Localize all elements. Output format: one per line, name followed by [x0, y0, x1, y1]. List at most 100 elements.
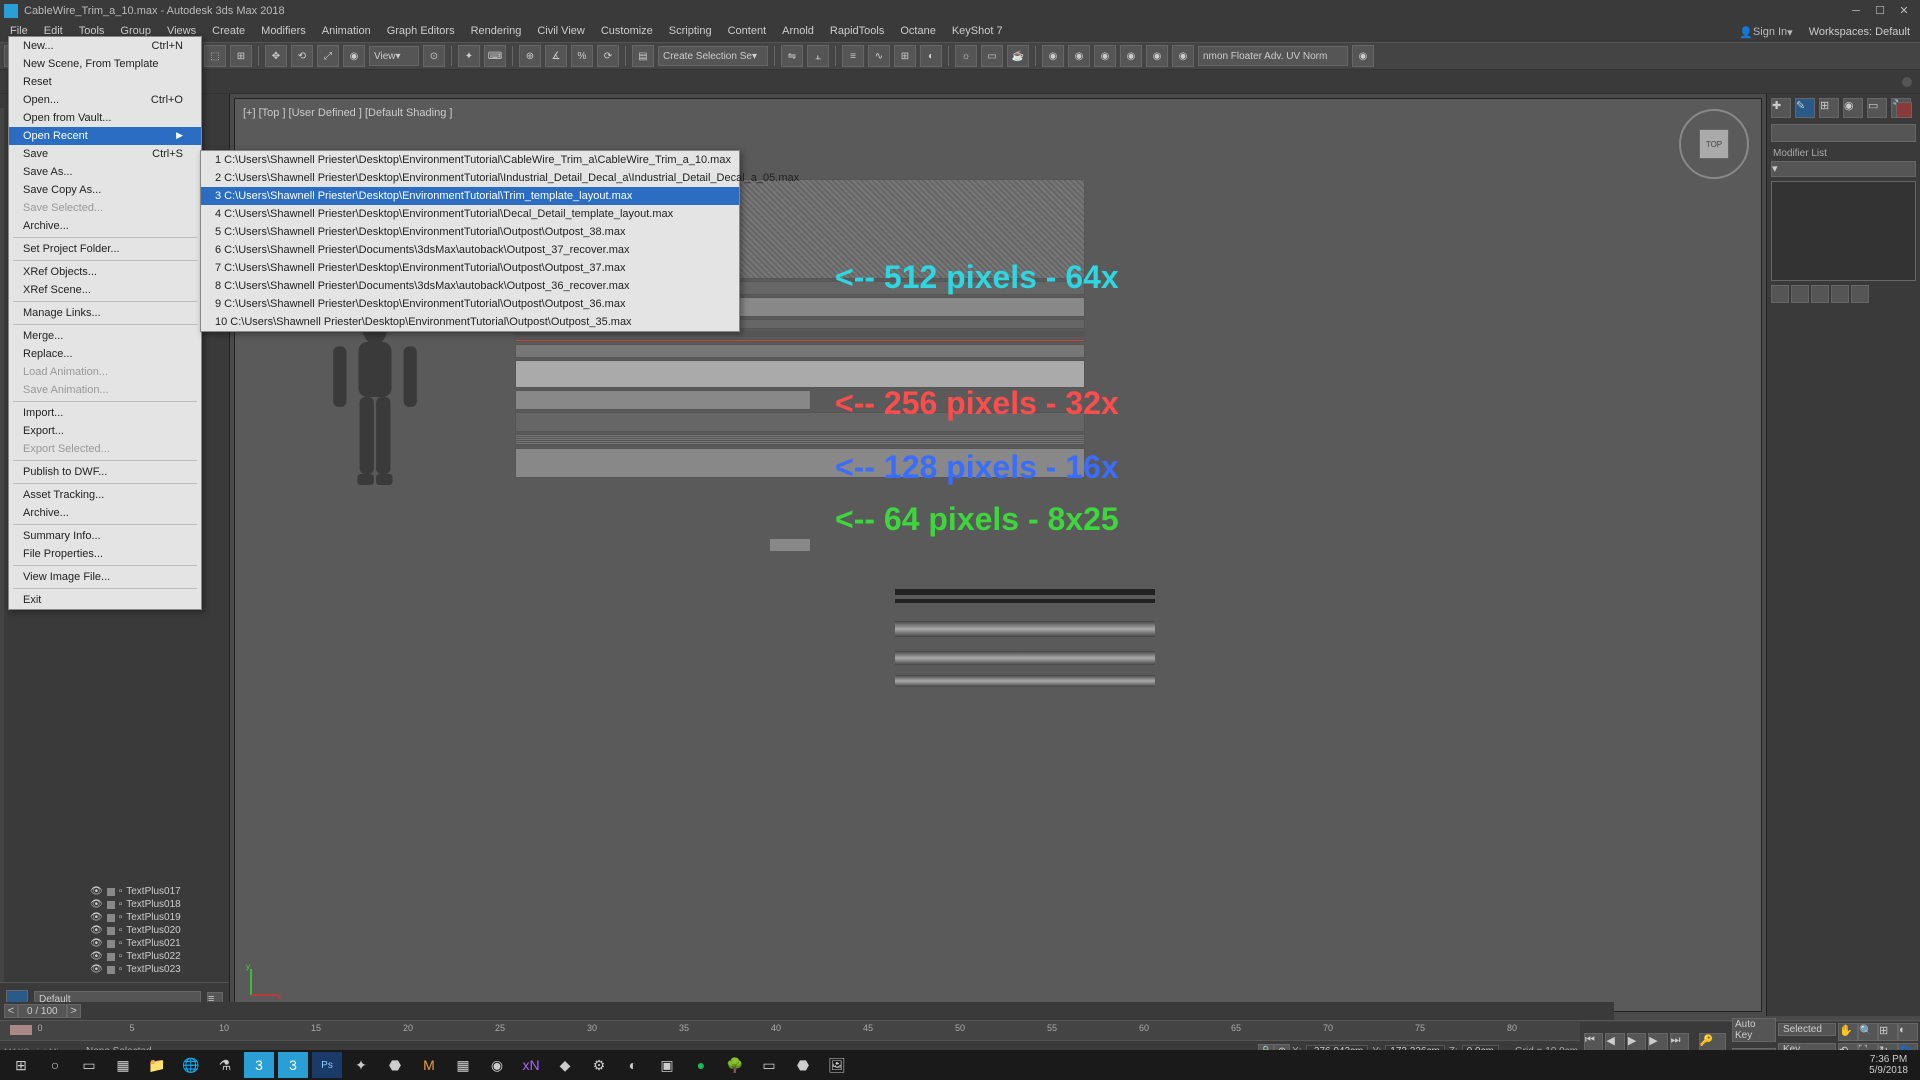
task-app10[interactable]: ⚙: [584, 1052, 614, 1078]
anglesnap-button[interactable]: ∡: [545, 45, 567, 67]
recent-file-item[interactable]: 10 C:\Users\Shawnell Priester\Desktop\En…: [201, 313, 739, 331]
floater-dropdown[interactable]: nmon Floater Adv. UV Norm: [1198, 46, 1348, 66]
keymode-dropdown[interactable]: Selected: [1778, 1023, 1836, 1036]
recent-file-item[interactable]: 3 C:\Users\Shawnell Priester\Desktop\Env…: [201, 187, 739, 205]
schematic-button[interactable]: ⊞: [894, 45, 916, 67]
file-menu-item[interactable]: Archive...: [9, 504, 201, 522]
spinnersnap-button[interactable]: ⟳: [597, 45, 619, 67]
cortana-icon[interactable]: ○: [40, 1052, 70, 1078]
file-menu-item[interactable]: Open Recent▶: [9, 127, 201, 145]
menu-modifiers[interactable]: Modifiers: [253, 22, 314, 42]
file-menu-item[interactable]: Load Animation...: [9, 363, 201, 381]
matedit-button[interactable]: ◐: [920, 45, 942, 67]
task-app12[interactable]: ▣: [652, 1052, 682, 1078]
file-menu-item[interactable]: Export Selected...: [9, 440, 201, 458]
next-frame-icon[interactable]: ▶: [1648, 1033, 1667, 1051]
menu-octane[interactable]: Octane: [892, 22, 943, 42]
recent-file-item[interactable]: 1 C:\Users\Shawnell Priester\Desktop\Env…: [201, 151, 739, 169]
key-button[interactable]: 🔑: [1699, 1033, 1726, 1051]
task-chrome[interactable]: 🌐: [176, 1052, 206, 1078]
modifier-stack[interactable]: [1771, 181, 1916, 281]
file-menu-item[interactable]: Open from Vault...: [9, 109, 201, 127]
start-button[interactable]: ⊞: [6, 1052, 36, 1078]
file-menu-item[interactable]: Set Project Folder...: [9, 240, 201, 258]
file-menu-item[interactable]: Export...: [9, 422, 201, 440]
task-app8[interactable]: xN: [516, 1052, 546, 1078]
file-menu-item[interactable]: Manage Links...: [9, 304, 201, 322]
task-app6[interactable]: ▦: [448, 1052, 478, 1078]
scene-item[interactable]: 👁▫TextPlus019: [0, 911, 229, 924]
scene-item[interactable]: 👁▫TextPlus022: [0, 950, 229, 963]
manipulate-button[interactable]: ✦: [458, 45, 480, 67]
object-color-swatch[interactable]: [1896, 102, 1912, 118]
task-app3[interactable]: ✦: [346, 1052, 376, 1078]
task-app13[interactable]: 🌳: [720, 1052, 750, 1078]
task-photoshop[interactable]: Ps: [312, 1052, 342, 1078]
scene-item[interactable]: 👁▫TextPlus017: [0, 885, 229, 898]
recent-file-item[interactable]: 6 C:\Users\Shawnell Priester\Documents\3…: [201, 241, 739, 259]
menu-arnold[interactable]: Arnold: [774, 22, 822, 42]
recent-file-item[interactable]: 9 C:\Users\Shawnell Priester\Desktop\Env…: [201, 295, 739, 313]
task-spotify[interactable]: ●: [686, 1052, 716, 1078]
select-rect-button[interactable]: ⬚: [204, 45, 226, 67]
taskview-icon[interactable]: ▭: [74, 1052, 104, 1078]
file-menu-item[interactable]: Asset Tracking...: [9, 486, 201, 504]
window-crossing-button[interactable]: ⊞: [230, 45, 252, 67]
file-menu-item[interactable]: Merge...: [9, 327, 201, 345]
editselset-button[interactable]: ▤: [632, 45, 654, 67]
file-menu-item[interactable]: Save Copy As...: [9, 181, 201, 199]
file-menu-item[interactable]: Exit: [9, 591, 201, 609]
file-menu-item[interactable]: Open...Ctrl+O: [9, 91, 201, 109]
task-app7[interactable]: ◉: [482, 1052, 512, 1078]
mirror-button[interactable]: ⇋: [781, 45, 803, 67]
tool1-button[interactable]: ◉: [1042, 45, 1064, 67]
selset-dropdown[interactable]: Create Selection Se ▾: [658, 46, 768, 66]
file-menu-item[interactable]: Import...: [9, 404, 201, 422]
system-tray[interactable]: 7:36 PM 5/9/2018: [1861, 1054, 1916, 1076]
task-app11[interactable]: ◐: [618, 1052, 648, 1078]
keyboard-button[interactable]: ⌨: [484, 45, 506, 67]
refcoord-dropdown[interactable]: View ▾: [369, 46, 419, 66]
file-menu-item[interactable]: Save Animation...: [9, 381, 201, 399]
place-button[interactable]: ◉: [343, 45, 365, 67]
file-menu-item[interactable]: Save As...: [9, 163, 201, 181]
nav-zoomext-icon[interactable]: ⊞: [1878, 1023, 1898, 1041]
rfw-button[interactable]: ▭: [981, 45, 1003, 67]
menu-create[interactable]: Create: [204, 22, 253, 42]
hierarchy-tab-icon[interactable]: ⊞: [1819, 98, 1839, 118]
menu-grapheditors[interactable]: Graph Editors: [379, 22, 463, 42]
menu-keyshot[interactable]: KeyShot 7: [944, 22, 1011, 42]
file-menu-item[interactable]: Archive...: [9, 217, 201, 235]
menu-rendering[interactable]: Rendering: [463, 22, 530, 42]
timeslider-next-icon[interactable]: >: [67, 1004, 81, 1018]
make-unique-icon[interactable]: [1811, 285, 1829, 303]
display-tab-icon[interactable]: ▭: [1867, 98, 1887, 118]
task-app15[interactable]: 🖼: [822, 1052, 852, 1078]
scene-item[interactable]: 👁▫TextPlus021: [0, 937, 229, 950]
time-slider[interactable]: < 0 / 100 >: [0, 1002, 1614, 1020]
percentsnap-button[interactable]: %: [571, 45, 593, 67]
file-menu-item[interactable]: File Properties...: [9, 545, 201, 563]
tool5-button[interactable]: ◉: [1146, 45, 1168, 67]
play-icon[interactable]: ▶: [1627, 1033, 1646, 1051]
modify-tab-icon[interactable]: ✎: [1795, 98, 1815, 118]
menu-scripting[interactable]: Scripting: [661, 22, 720, 42]
render-setup-button[interactable]: ☼: [955, 45, 977, 67]
menu-rapidtools[interactable]: RapidTools: [822, 22, 892, 42]
file-menu-item[interactable]: New...Ctrl+N: [9, 37, 201, 55]
tool2-button[interactable]: ◉: [1068, 45, 1090, 67]
file-menu-item[interactable]: Save Selected...: [9, 199, 201, 217]
timeline-key[interactable]: [10, 1025, 32, 1035]
recent-file-item[interactable]: 8 C:\Users\Shawnell Priester\Documents\3…: [201, 277, 739, 295]
create-tab-icon[interactable]: ✚: [1771, 98, 1791, 118]
task-app2[interactable]: ⚗: [210, 1052, 240, 1078]
prev-frame-icon[interactable]: ◀: [1605, 1033, 1624, 1051]
recent-file-item[interactable]: 7 C:\Users\Shawnell Priester\Desktop\Env…: [201, 259, 739, 277]
file-menu-item[interactable]: Replace...: [9, 345, 201, 363]
file-menu-item[interactable]: XRef Scene...: [9, 281, 201, 299]
close-button[interactable]: ✕: [1892, 2, 1916, 20]
snap-button[interactable]: ⊕: [519, 45, 541, 67]
tool3-button[interactable]: ◉: [1094, 45, 1116, 67]
task-app5[interactable]: M: [414, 1052, 444, 1078]
recent-file-item[interactable]: 5 C:\Users\Shawnell Priester\Desktop\Env…: [201, 223, 739, 241]
